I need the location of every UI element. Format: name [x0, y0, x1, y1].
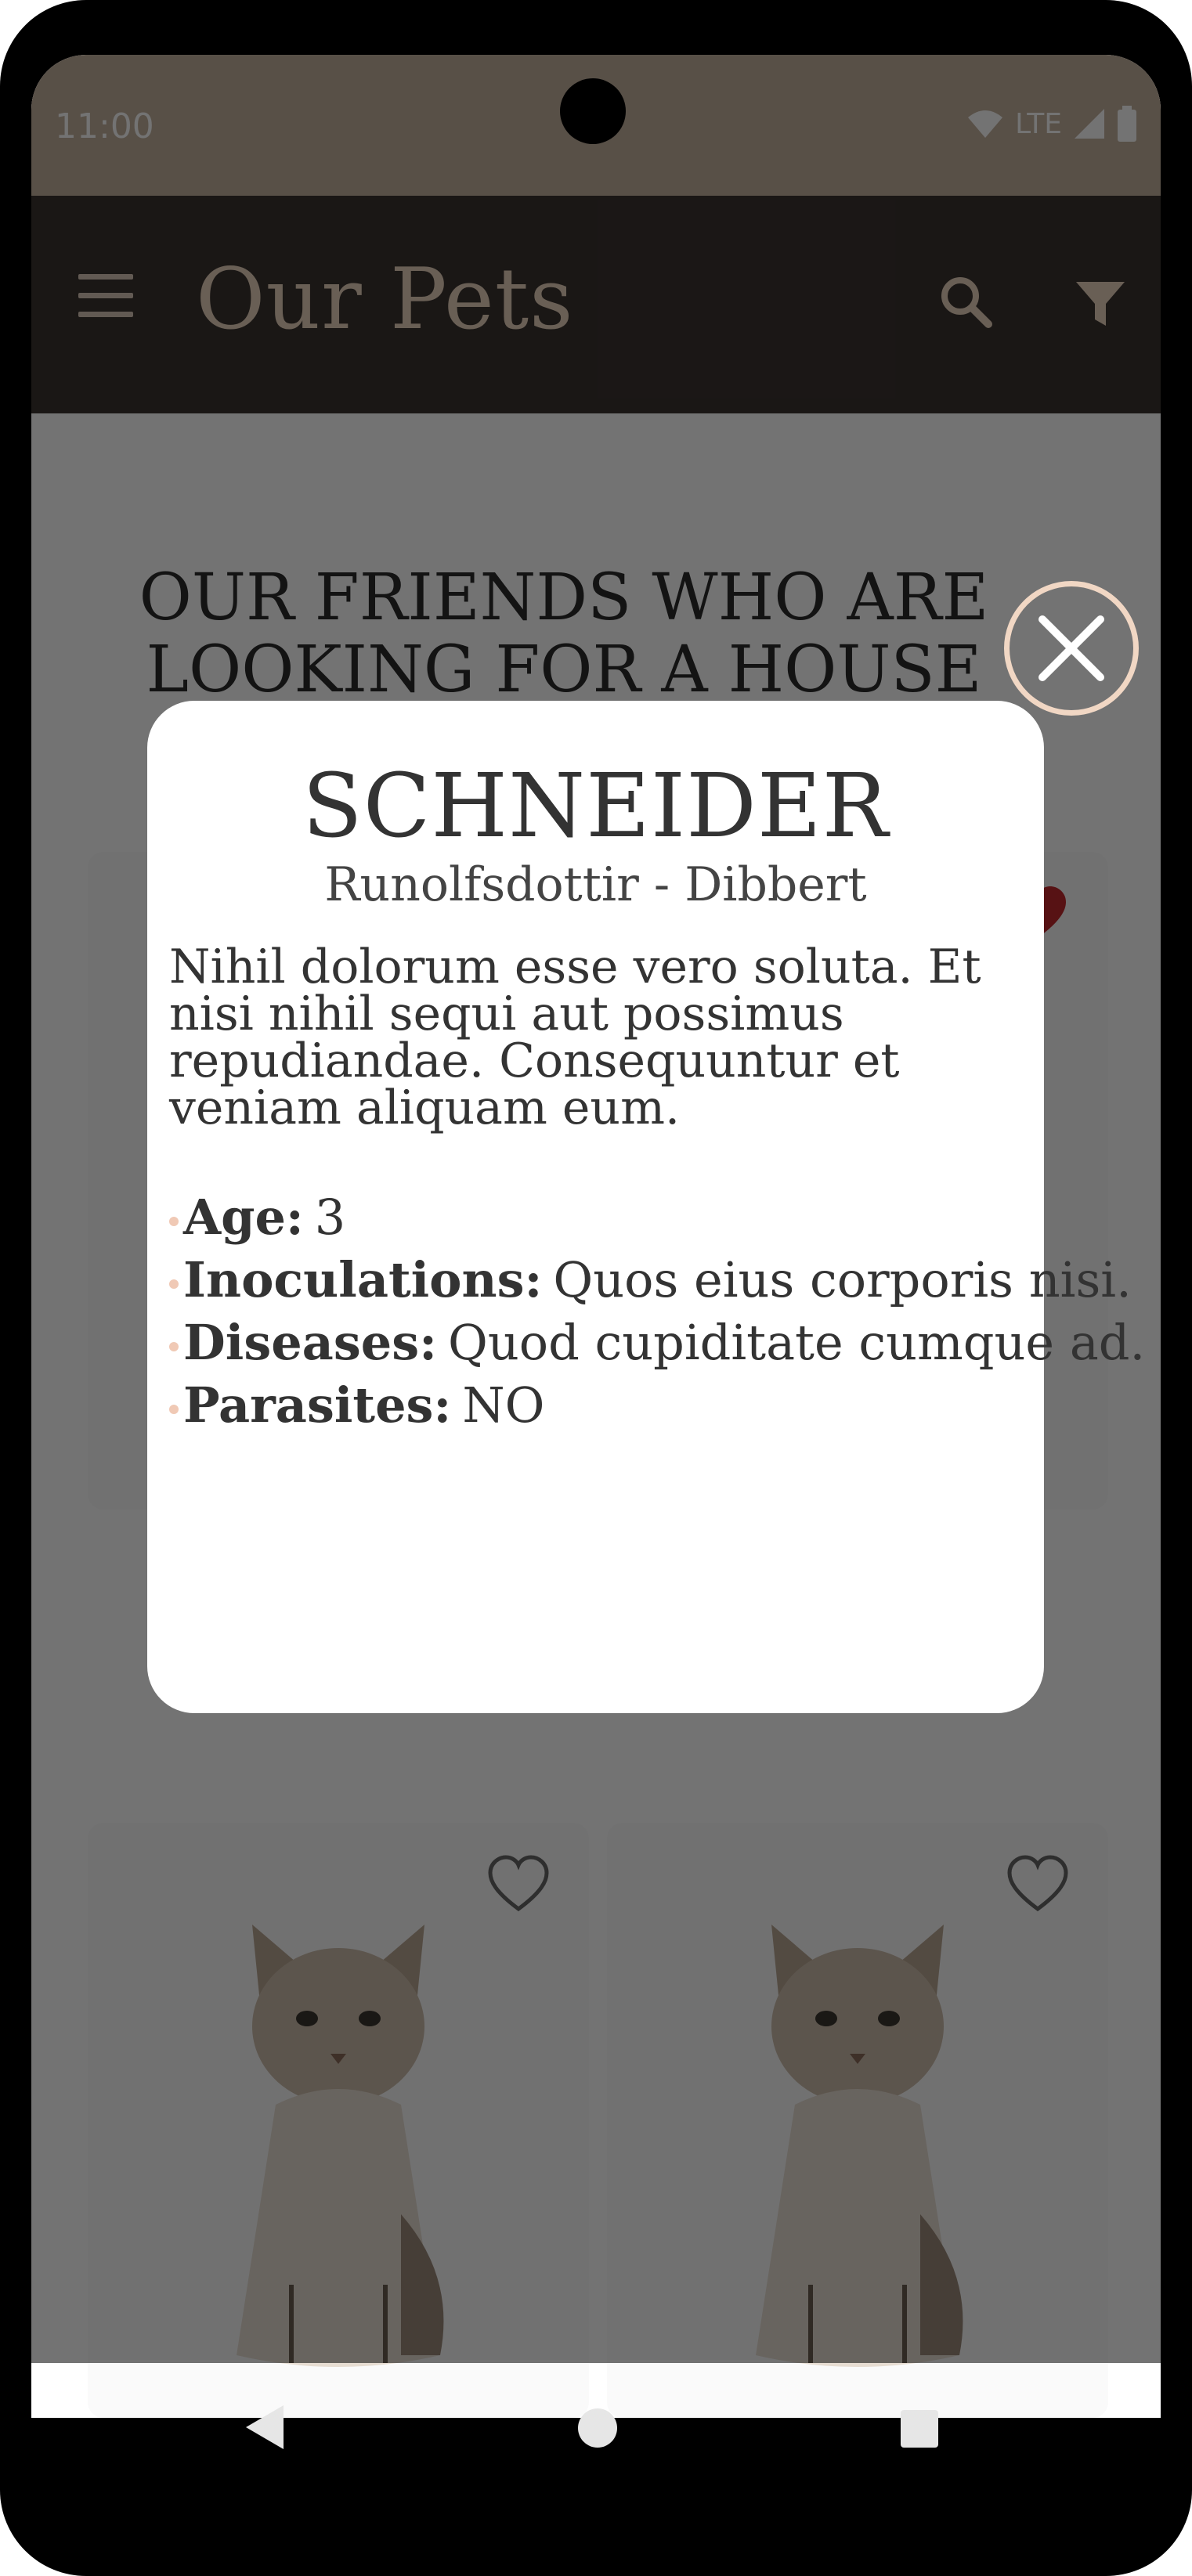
back-icon[interactable]	[243, 2404, 287, 2451]
app-title: Our Pets	[196, 251, 574, 348]
fact-value: Quod cupiditate cumque ad.	[448, 1314, 1146, 1371]
fact-label: Age:	[183, 1189, 304, 1246]
status-bar: 11:00 LTE	[31, 55, 1161, 196]
pet-card[interactable]	[88, 1823, 589, 2418]
pet-organization: Runolfsdottir - Dibbert	[324, 857, 867, 912]
fact-parasites: Parasites: NO	[169, 1374, 1038, 1437]
bullet	[169, 1216, 179, 1226]
heart-icon[interactable]	[487, 1854, 550, 1917]
pet-detail-modal: SCHNEIDER Runolfsdottir - Dibbert Nihil …	[147, 701, 1145, 1713]
close-icon	[1038, 615, 1104, 681]
fact-inoculations: Inoculations: Quos eius corporis nisi.	[169, 1249, 1132, 1311]
fact-value: 3	[314, 1189, 346, 1246]
fact-label: Parasites:	[183, 1376, 452, 1434]
fact-diseases: Diseases: Quod cupiditate cumque ad.	[169, 1311, 1145, 1374]
bullet	[169, 1279, 179, 1289]
pet-name: SCHNEIDER	[302, 756, 889, 857]
app-bar: Our Pets	[31, 196, 1161, 413]
fact-value: Quos eius corporis nisi.	[553, 1251, 1132, 1308]
cat-photo	[237, 1925, 444, 2367]
pet-card[interactable]	[607, 1823, 1108, 2418]
status-icons: LTE	[966, 102, 1137, 146]
pet-facts: Age: 3 Inoculations: Quos eius corporis ni…	[169, 1186, 1145, 1437]
battery-icon	[1118, 106, 1136, 142]
search-icon[interactable]	[932, 268, 1002, 338]
section-title: OUR FRIENDS WHO ARE LOOKING FOR A HOUSE	[139, 561, 989, 707]
recents-icon[interactable]	[901, 2410, 938, 2448]
pet-description: Nihil dolorum esse vero soluta. Et nisi …	[169, 940, 981, 1135]
wifi-icon	[968, 110, 1003, 138]
fact-value: NO	[462, 1376, 545, 1434]
status-time: 11:00	[55, 106, 154, 146]
fact-age: Age: 3	[169, 1186, 1038, 1249]
filter-icon[interactable]	[1065, 268, 1136, 338]
signal-icon	[1075, 109, 1104, 139]
network-type: LTE	[1015, 107, 1062, 140]
menu-icon[interactable]	[78, 274, 133, 318]
front-camera	[560, 78, 626, 144]
heart-icon[interactable]	[1006, 1854, 1069, 1917]
cat-photo	[756, 1925, 963, 2367]
fact-label: Inoculations:	[183, 1251, 543, 1308]
home-icon[interactable]	[578, 2408, 617, 2448]
close-modal-button[interactable]	[1004, 581, 1139, 716]
fact-label: Diseases:	[183, 1314, 437, 1371]
bullet	[169, 1404, 179, 1414]
bullet	[169, 1341, 179, 1351]
